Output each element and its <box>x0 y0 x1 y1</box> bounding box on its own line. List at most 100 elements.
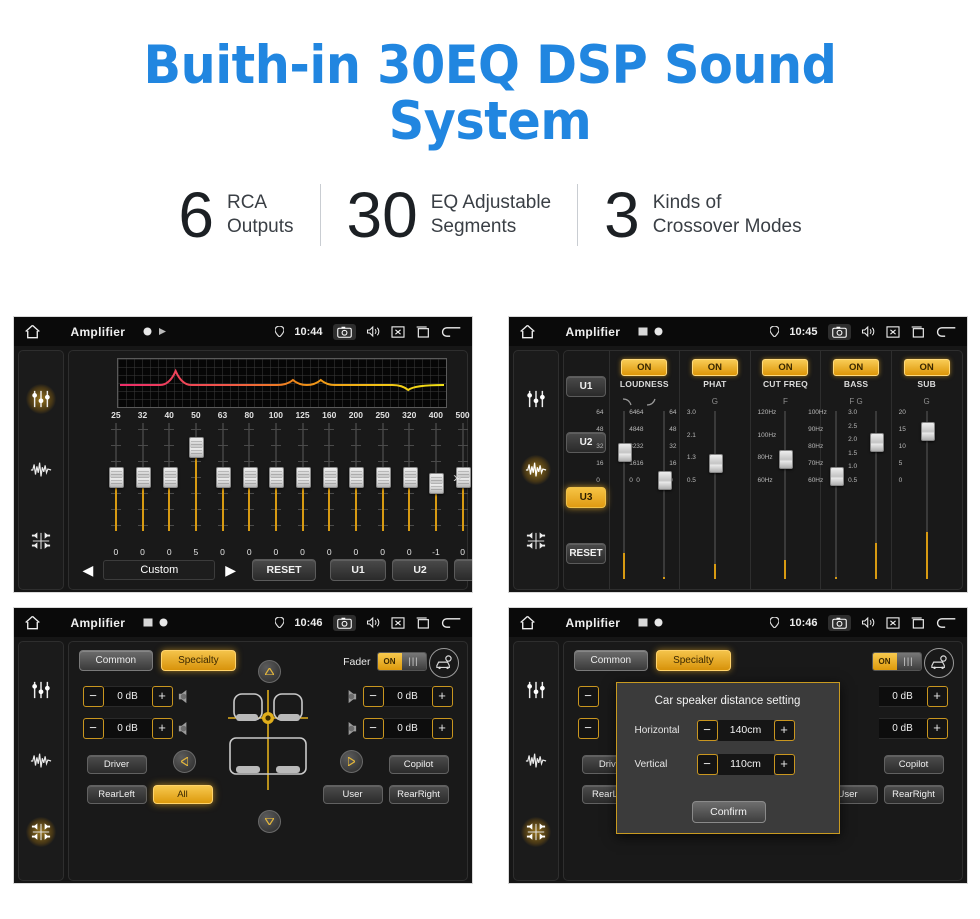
module-toggle-button[interactable]: ON <box>833 359 880 376</box>
preset-name[interactable]: Custom <box>103 560 216 580</box>
slider[interactable]: 3.0 2.1 1.3 0.5 <box>687 407 728 583</box>
eq-slider[interactable] <box>209 423 236 543</box>
sidebar-item-balance[interactable] <box>520 817 551 848</box>
back-icon[interactable] <box>935 325 957 339</box>
seat-rearright-button[interactable]: RearRight <box>883 785 944 804</box>
volume-icon[interactable] <box>366 616 381 629</box>
tab-specialty[interactable]: Specialty <box>161 650 236 671</box>
reset-button[interactable]: RESET <box>252 559 317 581</box>
slider[interactable]: 120Hz 100Hz 80Hz 60Hz <box>757 407 798 583</box>
reset-button[interactable]: RESET <box>566 542 606 564</box>
module-sliders[interactable]: 3.0 2.1 1.3 0.5 <box>680 407 750 589</box>
sidebar-item-waveform[interactable] <box>26 746 56 776</box>
seat-all-button[interactable]: All <box>152 785 213 804</box>
confirm-button[interactable]: Confirm <box>691 801 766 823</box>
minus-button[interactable]: − <box>577 718 599 739</box>
module-sliders[interactable]: 20 15 10 5 0 <box>892 407 962 589</box>
slider[interactable]: 646448483232161600 <box>636 407 677 583</box>
module-toggle-button[interactable]: ON <box>903 359 950 376</box>
slider[interactable]: 20 15 10 5 0 <box>899 407 940 583</box>
slider[interactable]: 100Hz 90Hz 80Hz 70Hz 60Hz <box>808 407 849 583</box>
sidebar-item-balance[interactable] <box>25 817 56 848</box>
eq-slider-bank[interactable] <box>103 423 472 543</box>
eq-slider[interactable] <box>316 423 343 543</box>
volume-icon[interactable] <box>861 325 876 338</box>
preset-prev-button[interactable]: ◀ <box>79 562 98 579</box>
camera-icon[interactable] <box>827 614 851 631</box>
tab-common[interactable]: Common <box>78 650 154 671</box>
preset-u3-button[interactable]: U3 <box>454 559 472 581</box>
plus-button[interactable]: + <box>151 686 173 707</box>
seat-copilot-button[interactable]: Copilot <box>883 755 944 774</box>
camera-icon[interactable] <box>332 323 356 340</box>
eq-slider[interactable] <box>129 423 156 543</box>
seat-driver-button[interactable]: Driver <box>86 755 147 774</box>
tab-common[interactable]: Common <box>573 650 649 671</box>
eq-slider[interactable] <box>103 423 130 543</box>
eq-slider[interactable] <box>423 423 450 543</box>
expand-more-icon[interactable]: » <box>453 469 461 486</box>
preset-u2-button[interactable]: U2 <box>392 559 449 581</box>
plus-button[interactable]: + <box>773 754 795 775</box>
module-toggle-button[interactable]: ON <box>762 359 809 376</box>
seat-rearright-button[interactable]: RearRight <box>388 785 449 804</box>
recent-apps-icon[interactable] <box>910 325 925 338</box>
back-icon[interactable] <box>935 616 957 630</box>
sidebar-item-balance[interactable] <box>26 526 56 556</box>
back-icon[interactable] <box>440 616 462 630</box>
slider[interactable]: 3.0 2.5 2.0 1.5 1.0 0.5 <box>848 407 889 583</box>
sidebar-item-equalizer[interactable] <box>521 675 551 705</box>
nav-down-button[interactable] <box>257 810 281 833</box>
home-icon[interactable] <box>24 615 41 630</box>
module-toggle-button[interactable]: ON <box>621 359 668 376</box>
nav-left-button[interactable] <box>172 750 196 773</box>
tab-specialty[interactable]: Specialty <box>656 650 731 671</box>
module-toggle-button[interactable]: ON <box>691 359 738 376</box>
volume-icon[interactable] <box>861 616 876 629</box>
car-settings-button[interactable] <box>923 648 954 678</box>
eq-slider[interactable] <box>396 423 423 543</box>
minus-button[interactable]: − <box>577 686 599 707</box>
plus-button[interactable]: + <box>926 718 948 739</box>
minus-button[interactable]: − <box>362 686 384 707</box>
volume-icon[interactable] <box>366 325 381 338</box>
module-sliders[interactable]: 646448483232161600646448483232161600 <box>596 407 680 589</box>
nav-right-button[interactable] <box>339 750 363 773</box>
minus-button[interactable]: − <box>362 718 384 739</box>
eq-slider[interactable] <box>183 423 210 543</box>
recent-apps-icon[interactable] <box>910 616 925 629</box>
minus-button[interactable]: − <box>696 720 718 741</box>
seat-user-button[interactable]: User <box>322 785 383 804</box>
eq-slider[interactable] <box>263 423 290 543</box>
module-sliders[interactable]: 100Hz 90Hz 80Hz 70Hz 60Hz 3.0 2.5 2.0 1.5 1.0 0.5 <box>808 407 891 589</box>
recent-apps-icon[interactable] <box>415 616 430 629</box>
module-sliders[interactable]: 120Hz 100Hz 80Hz 60Hz <box>751 407 821 589</box>
home-icon[interactable] <box>519 324 536 339</box>
nav-up-button[interactable] <box>257 660 281 683</box>
eq-slider[interactable] <box>369 423 396 543</box>
sidebar-item-equalizer[interactable] <box>26 675 56 705</box>
plus-button[interactable]: + <box>773 720 795 741</box>
minus-button[interactable]: − <box>82 686 104 707</box>
preset-u1-button[interactable]: U1 <box>330 559 387 581</box>
seat-copilot-button[interactable]: Copilot <box>388 755 449 774</box>
eq-slider[interactable] <box>156 423 183 543</box>
preset-u1-button[interactable]: U1 <box>566 376 606 398</box>
camera-icon[interactable] <box>827 323 851 340</box>
seat-rearleft-button[interactable]: RearLeft <box>86 785 147 804</box>
sidebar-item-equalizer[interactable] <box>25 383 56 414</box>
camera-icon[interactable] <box>332 614 356 631</box>
plus-button[interactable]: + <box>151 718 173 739</box>
close-icon[interactable] <box>885 325 900 338</box>
back-icon[interactable] <box>440 325 462 339</box>
close-icon[interactable] <box>390 616 405 629</box>
preset-u3-button[interactable]: U3 <box>566 487 606 509</box>
close-icon[interactable] <box>885 616 900 629</box>
minus-button[interactable]: − <box>82 718 104 739</box>
fader-toggle[interactable]: ON ||| <box>376 652 427 671</box>
recent-apps-icon[interactable] <box>415 325 430 338</box>
preset-next-button[interactable]: ▶ <box>221 562 240 579</box>
eq-slider[interactable] <box>289 423 316 543</box>
sidebar-item-waveform[interactable] <box>520 454 551 485</box>
eq-slider[interactable] <box>343 423 370 543</box>
